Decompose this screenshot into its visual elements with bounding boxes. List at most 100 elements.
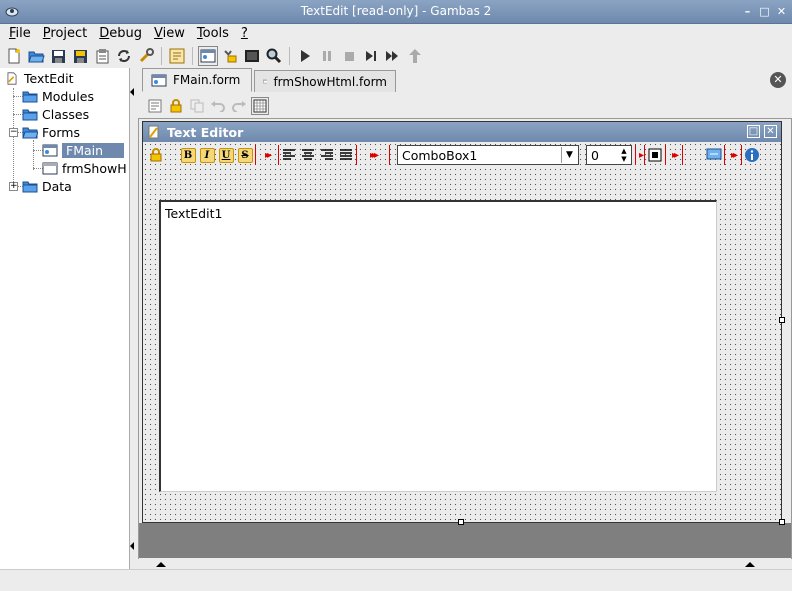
collapse-left-arrow[interactable]: [130, 88, 134, 96]
refresh-button[interactable]: [114, 46, 134, 66]
menu-tools[interactable]: Tools: [191, 24, 235, 44]
red-arrows-icon: ▸▸: [730, 149, 738, 161]
properties-button[interactable]: [146, 97, 164, 115]
italic-button[interactable]: I: [198, 146, 216, 164]
justify-button[interactable]: [337, 146, 355, 164]
close-tab-icon[interactable]: ✕: [770, 72, 786, 88]
tree-item-classes[interactable]: Classes: [22, 105, 89, 123]
form-icon: [200, 49, 216, 63]
open-folder-icon: [27, 51, 45, 63]
spin-arrows-icon[interactable]: ▲ ▼: [618, 147, 630, 163]
strikethrough-button[interactable]: S: [236, 146, 254, 164]
stop-button[interactable]: [339, 46, 359, 66]
close-window-button[interactable]: ✕: [775, 5, 788, 18]
window-titlebar: TextEdit [read-only] - Gambas 2 – □ ✕: [0, 0, 792, 24]
step-icon: [366, 51, 376, 61]
resize-handle-right[interactable]: [779, 317, 785, 323]
save-all-button[interactable]: [70, 46, 90, 66]
info-button[interactable]: [743, 146, 761, 164]
step-button[interactable]: [361, 46, 381, 66]
menu-file[interactable]: File: [3, 24, 37, 44]
font-size-spinbox[interactable]: 0 ▲ ▼: [586, 145, 632, 165]
redo-button[interactable]: [230, 97, 248, 115]
run-button[interactable]: [295, 46, 315, 66]
menubar: File Project Debug View Tools ?: [0, 24, 792, 44]
open-folder-icon: [22, 127, 38, 138]
minimize-button[interactable]: –: [741, 5, 754, 18]
underline-button[interactable]: U: [217, 146, 235, 164]
menu-view[interactable]: View: [148, 24, 191, 44]
save-button[interactable]: [48, 46, 68, 66]
tree-item-project[interactable]: TextEdit: [4, 69, 74, 87]
pause-button[interactable]: [317, 46, 337, 66]
project-tree[interactable]: − + TextEdit Modules Classes Forms FMain…: [0, 68, 130, 569]
refresh-icon: [118, 50, 130, 62]
open-button[interactable]: [26, 46, 46, 66]
project-button[interactable]: [167, 46, 187, 66]
justify-icon: [340, 149, 352, 160]
expand-up-arrow-right[interactable]: [745, 562, 755, 567]
wrench-icon: [139, 48, 154, 63]
form-icon: [263, 79, 268, 84]
menu-help[interactable]: ?: [235, 24, 254, 44]
project-icon: [169, 48, 185, 64]
resize-handle-corner[interactable]: [779, 519, 785, 525]
red-arrows-icon: ▸▸: [264, 149, 272, 161]
step-over-button[interactable]: [383, 46, 403, 66]
tree-item-fmain[interactable]: FMain: [42, 141, 124, 159]
color-button[interactable]: [646, 146, 664, 164]
grid-button[interactable]: [251, 97, 269, 115]
data-expander[interactable]: +: [9, 182, 18, 191]
properties-icon: [148, 99, 162, 113]
horizontal-splitter[interactable]: [138, 559, 792, 569]
textedit-control[interactable]: TextEdit1: [159, 200, 717, 492]
bold-button[interactable]: B: [179, 146, 197, 164]
tools-button[interactable]: [136, 46, 156, 66]
designed-form-window[interactable]: Text Editor □ ✕ B I U S ▸▸ ▸▸▸ ComboBox1…: [142, 121, 782, 523]
form-titlebar: Text Editor □ ✕: [143, 122, 781, 142]
form-editor-toolbar: [146, 95, 269, 117]
tree-item-modules[interactable]: Modules: [22, 87, 94, 105]
html-view-button[interactable]: [705, 146, 723, 164]
menu-debug[interactable]: Debug: [93, 24, 148, 44]
properties-icon: [96, 48, 108, 63]
properties-button[interactable]: [92, 46, 112, 66]
collapse-left-arrow-bottom[interactable]: [130, 542, 134, 550]
save-icon: [51, 49, 65, 63]
expand-up-arrow[interactable]: [156, 562, 166, 567]
align-right-icon: [321, 149, 333, 160]
tab-frmshowhtml-form[interactable]: frmShowHtml.form: [254, 70, 396, 92]
align-center-icon: [302, 149, 314, 160]
toolbox-icon: [224, 50, 237, 63]
align-center-button[interactable]: [299, 146, 317, 164]
step-out-button[interactable]: [405, 46, 425, 66]
folder-icon: [22, 91, 38, 102]
align-right-button[interactable]: [318, 146, 336, 164]
resize-handle-bottom[interactable]: [458, 519, 464, 525]
form-view-button[interactable]: [198, 46, 218, 66]
undo-button[interactable]: [209, 97, 227, 115]
pause-icon: [323, 51, 331, 61]
tree-item-data[interactable]: Data: [22, 177, 72, 195]
tree-item-frmshowhtml[interactable]: frmShowH: [42, 159, 127, 177]
tab-fmain-form[interactable]: FMain.form: [142, 68, 252, 92]
find-button[interactable]: [264, 46, 284, 66]
project-file-icon: [7, 71, 17, 85]
chevron-down-icon[interactable]: ▼: [561, 147, 577, 163]
toolbox-button[interactable]: [220, 46, 240, 66]
font-combobox[interactable]: ComboBox1 ▼: [397, 145, 579, 165]
console-button[interactable]: [242, 46, 262, 66]
red-arrows-icon: ▸▸: [671, 149, 679, 161]
new-file-button[interactable]: [4, 46, 24, 66]
menu-project[interactable]: Project: [37, 24, 94, 44]
lock-button[interactable]: [167, 97, 185, 115]
tree-item-forms[interactable]: Forms: [22, 123, 80, 141]
maximize-button[interactable]: □: [758, 5, 771, 18]
new-file-icon: [8, 48, 20, 64]
step-over-icon: [386, 51, 398, 61]
copy-button[interactable]: [188, 97, 206, 115]
form-lock-button[interactable]: [147, 146, 165, 164]
align-left-button[interactable]: [280, 146, 298, 164]
forms-expander[interactable]: −: [9, 128, 18, 137]
copy-icon: [190, 99, 204, 113]
